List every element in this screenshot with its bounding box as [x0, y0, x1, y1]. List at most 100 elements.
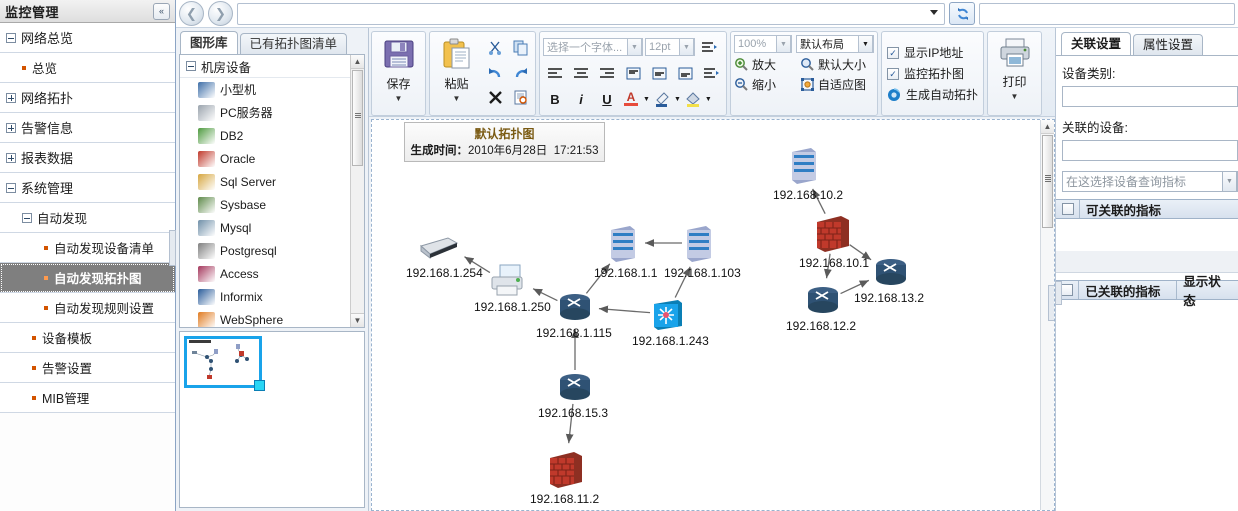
- sidebar-item-11[interactable]: 告警设置: [0, 353, 175, 383]
- forward-arrow-icon[interactable]: ❯: [208, 1, 233, 26]
- font-family-select[interactable]: 选择一个字体... ▼: [543, 38, 643, 56]
- right-splitter-handle[interactable]: [1055, 281, 1062, 305]
- scroll-up-icon[interactable]: ▲: [1041, 120, 1054, 134]
- chevron-down-icon[interactable]: ▼: [643, 96, 650, 103]
- monitor-topology-checkbox[interactable]: ✓ 监控拓扑图: [887, 65, 964, 82]
- device-type-input[interactable]: [1062, 86, 1238, 107]
- paste-button[interactable]: 粘贴 ▼: [433, 35, 480, 103]
- checkbox-checked-icon[interactable]: ✓: [887, 46, 899, 59]
- align-left-icon[interactable]: [543, 61, 567, 85]
- bold-button[interactable]: B: [543, 87, 567, 111]
- checkbox-icon[interactable]: [1061, 203, 1074, 215]
- copy-icon[interactable]: [508, 35, 532, 59]
- address-input[interactable]: [237, 2, 945, 25]
- refresh-icon[interactable]: [949, 2, 975, 25]
- zoom-level-select[interactable]: 100% ▼: [734, 35, 792, 53]
- indent-decrease-icon[interactable]: [699, 61, 723, 85]
- library-tab-1[interactable]: 已有拓扑图清单: [239, 33, 348, 54]
- tree-expand-icon[interactable]: [6, 152, 16, 163]
- metric-select[interactable]: 在这选择设备查询指标 ▼: [1062, 171, 1238, 192]
- scroll-up-icon[interactable]: ▲: [351, 55, 364, 69]
- shape-item-0[interactable]: 小型机: [180, 78, 364, 101]
- scroll-down-icon[interactable]: ▼: [351, 313, 364, 327]
- redo-arrow-icon[interactable]: [508, 60, 532, 84]
- zoom-in-button[interactable]: 放大: [734, 56, 796, 73]
- topology-node-n2[interactable]: 192.168.1.250: [474, 264, 551, 314]
- undo-arrow-icon[interactable]: [483, 60, 507, 84]
- checkbox-checked-icon[interactable]: ✓: [887, 67, 899, 80]
- sidebar-item-7[interactable]: 自动发现设备清单: [0, 233, 175, 263]
- print-preview-icon[interactable]: [508, 85, 532, 109]
- highlighter-icon[interactable]: [652, 87, 672, 111]
- print-dropdown-icon[interactable]: ▼: [991, 92, 1038, 101]
- generate-topology-button[interactable]: 生成自动拓扑: [887, 86, 978, 103]
- chevron-down-icon[interactable]: ▼: [627, 38, 642, 56]
- topology-node-n1[interactable]: 192.168.1.254: [406, 234, 483, 280]
- delete-x-icon[interactable]: [483, 85, 507, 109]
- topology-canvas[interactable]: 默认拓扑图 生成时间：2010年6月28日 17:21:53 192.168.1…: [371, 119, 1055, 511]
- properties-tab-0[interactable]: 关联设置: [1061, 32, 1132, 55]
- sidebar-item-0[interactable]: 网络总览: [0, 23, 175, 53]
- chevron-down-icon[interactable]: ▼: [776, 35, 791, 53]
- shape-item-3[interactable]: Oracle: [180, 147, 364, 170]
- shape-item-1[interactable]: PC服务器: [180, 101, 364, 124]
- topology-node-n10[interactable]: 192.168.10.1: [799, 214, 869, 270]
- paste-dropdown-icon[interactable]: ▼: [433, 94, 480, 103]
- tree-collapse-icon[interactable]: [6, 32, 16, 43]
- secondary-address-input[interactable]: [979, 2, 1235, 25]
- properties-tab-1[interactable]: 属性设置: [1133, 34, 1204, 55]
- sidebar-item-10[interactable]: 设备模板: [0, 323, 175, 353]
- sidebar-item-1[interactable]: 总览: [0, 53, 175, 83]
- shape-item-5[interactable]: Sysbase: [180, 193, 364, 216]
- chevron-down-icon[interactable]: ▼: [858, 35, 873, 53]
- sidebar-item-12[interactable]: MIB管理: [0, 383, 175, 413]
- underline-button[interactable]: U: [595, 87, 619, 111]
- topology-node-n12[interactable]: 192.168.13.2: [854, 257, 924, 305]
- library-tab-0[interactable]: 图形库: [180, 31, 238, 54]
- topology-node-n8[interactable]: 192.168.11.2: [530, 450, 599, 506]
- font-size-select[interactable]: 12pt ▼: [645, 38, 695, 56]
- valign-top-icon[interactable]: [621, 61, 645, 85]
- chevron-down-icon[interactable]: ▼: [705, 96, 712, 103]
- library-scrollbar[interactable]: ▲ ▼: [350, 55, 364, 327]
- default-size-button[interactable]: 默认大小: [800, 56, 866, 73]
- scissors-cut-icon[interactable]: [483, 35, 507, 59]
- sidebar-collapse-icon[interactable]: «: [153, 3, 170, 20]
- layout-select[interactable]: 默认布局 ▼: [796, 35, 874, 53]
- tree-expand-icon[interactable]: [6, 92, 16, 103]
- align-right-icon[interactable]: [595, 61, 619, 85]
- chevron-down-icon[interactable]: [930, 9, 938, 15]
- show-ip-checkbox[interactable]: ✓ 显示IP地址: [887, 44, 963, 61]
- shape-item-10[interactable]: WebSphere: [180, 308, 364, 327]
- sidebar-item-4[interactable]: 报表数据: [0, 143, 175, 173]
- fit-image-button[interactable]: 自适应图: [800, 76, 866, 93]
- shape-item-4[interactable]: Sql Server: [180, 170, 364, 193]
- align-center-icon[interactable]: [569, 61, 593, 85]
- topology-minimap[interactable]: [184, 336, 265, 391]
- valign-middle-icon[interactable]: [647, 61, 671, 85]
- shape-item-7[interactable]: Postgresql: [180, 239, 364, 262]
- tree-collapse-icon[interactable]: [6, 182, 16, 193]
- sidebar-item-6[interactable]: 自动发现: [0, 203, 175, 233]
- indent-increase-icon[interactable]: [697, 35, 721, 59]
- sidebar-item-3[interactable]: 告警信息: [0, 113, 175, 143]
- topology-node-n11[interactable]: 192.168.12.2: [786, 285, 856, 333]
- save-button[interactable]: 保存 ▼: [375, 35, 422, 103]
- sidebar-item-9[interactable]: 自动发现规则设置: [0, 293, 175, 323]
- canvas-splitter-handle[interactable]: [1048, 285, 1054, 321]
- available-metrics-grid[interactable]: [1056, 219, 1238, 251]
- chevron-down-icon[interactable]: ▼: [1222, 171, 1237, 192]
- minimap-resize-handle[interactable]: [254, 380, 265, 391]
- shape-item-9[interactable]: Informix: [180, 285, 364, 308]
- italic-button[interactable]: i: [569, 87, 593, 111]
- topology-node-n9[interactable]: 192.168.10.2: [773, 146, 843, 202]
- paint-bucket-icon[interactable]: [683, 87, 703, 111]
- sidebar-item-5[interactable]: 系统管理: [0, 173, 175, 203]
- tree-collapse-icon[interactable]: [22, 212, 32, 223]
- chevron-down-icon[interactable]: ▼: [674, 96, 681, 103]
- save-dropdown-icon[interactable]: ▼: [375, 94, 422, 103]
- valign-bottom-icon[interactable]: [673, 61, 697, 85]
- topology-node-n7[interactable]: 192.168.15.3: [538, 372, 608, 420]
- font-color-button[interactable]: A: [621, 87, 641, 111]
- checkbox-icon[interactable]: [1061, 284, 1074, 296]
